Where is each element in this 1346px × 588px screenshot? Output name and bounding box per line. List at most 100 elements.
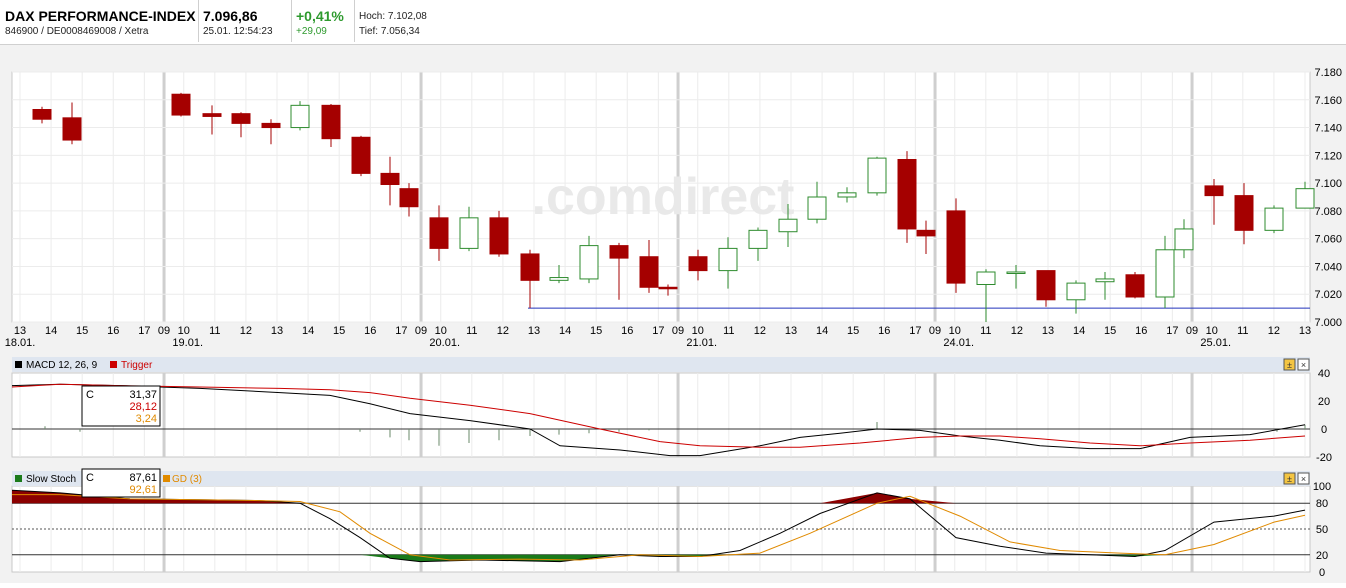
watermark: .comdirect: [532, 168, 795, 226]
x-tick-label: 13: [14, 325, 26, 337]
x-tick-label: 13: [1299, 325, 1311, 337]
candle-body: [1037, 271, 1055, 300]
x-tick-label: 10: [949, 325, 961, 337]
x-tick-label: 09: [929, 325, 941, 337]
y-tick-label: 7.080: [1314, 206, 1342, 218]
y-tick-label: 7.060: [1314, 234, 1342, 246]
macd-y-tick: 40: [1318, 368, 1330, 380]
candle-body: [1296, 189, 1314, 208]
close-icon-glyph: ×: [1301, 474, 1306, 484]
x-date-label: 21.01.: [686, 337, 717, 349]
candle-body: [749, 230, 767, 248]
macd-title-bar: [12, 357, 1310, 372]
candle-body: [1096, 279, 1114, 282]
x-tick-label: 12: [240, 325, 252, 337]
y-tick-label: 7.180: [1314, 67, 1342, 79]
macd-y-tick: 0: [1321, 424, 1327, 436]
candle-body: [63, 118, 81, 140]
x-tick-label: 16: [878, 325, 890, 337]
day-high: Hoch: 7.102,08: [359, 11, 427, 22]
macd-legend-label: MACD 12, 26, 9: [26, 360, 98, 371]
x-date-label: 25.01.: [1200, 337, 1231, 349]
y-tick-label: 7.040: [1314, 261, 1342, 273]
x-tick-label: 14: [559, 325, 571, 337]
x-tick-label: 14: [45, 325, 57, 337]
x-tick-label: 14: [816, 325, 828, 337]
x-tick-label: 15: [333, 325, 345, 337]
x-tick-label: 10: [1206, 325, 1218, 337]
macd-y-tick: 20: [1318, 396, 1330, 408]
candle-body: [1265, 208, 1283, 230]
candle-body: [550, 278, 568, 281]
candle-body: [262, 123, 280, 127]
stoch-y-tick: 0: [1319, 567, 1325, 579]
x-tick-label: 16: [107, 325, 119, 337]
x-tick-label: 15: [76, 325, 88, 337]
x-tick-label: 09: [672, 325, 684, 337]
settings-icon-glyph: ±: [1287, 474, 1292, 484]
macd-legend-swatch: [15, 361, 22, 368]
x-tick-label: 16: [364, 325, 376, 337]
y-tick-label: 7.000: [1314, 317, 1342, 329]
x-date-label: 20.01.: [429, 337, 460, 349]
candle-body: [719, 248, 737, 270]
candle-body: [868, 158, 886, 193]
x-tick-label: 15: [1104, 325, 1116, 337]
stoch-title-bar: [12, 471, 1310, 486]
x-tick-label: 11: [209, 325, 220, 337]
candle-body: [322, 105, 340, 138]
y-tick-label: 7.140: [1314, 123, 1342, 135]
stoch-y-tick: 100: [1313, 481, 1331, 493]
candle-body: [977, 272, 995, 285]
x-tick-label: 12: [754, 325, 766, 337]
x-tick-label: 11: [980, 325, 991, 337]
candle-body: [1067, 283, 1085, 300]
x-tick-label: 17: [909, 325, 921, 337]
x-tick-label: 09: [158, 325, 170, 337]
trigger-legend-swatch: [110, 361, 117, 368]
x-tick-label: 14: [1073, 325, 1085, 337]
candle-body: [33, 110, 51, 120]
stoch-readout-label: C: [86, 472, 94, 484]
candle-body: [1007, 272, 1025, 274]
x-tick-label: 17: [395, 325, 407, 337]
candle-body: [352, 137, 370, 173]
candle-body: [808, 197, 826, 219]
candle-body: [947, 211, 965, 283]
instrument-name: DAX PERFORMANCE-INDEX: [5, 8, 196, 24]
change-absolute: +29,09: [296, 26, 327, 37]
x-tick-label: 09: [1186, 325, 1198, 337]
x-date-label: 18.01.: [5, 337, 36, 349]
candle-body: [232, 114, 250, 124]
candle-body: [460, 218, 478, 249]
x-tick-label: 12: [497, 325, 509, 337]
x-tick-label: 16: [621, 325, 633, 337]
candle-body: [203, 114, 221, 117]
candle-body: [172, 94, 190, 115]
price-datetime: 25.01. 12:54:23: [203, 26, 273, 37]
y-tick-label: 7.020: [1314, 289, 1342, 301]
x-tick-label: 09: [415, 325, 427, 337]
candle-body: [1126, 275, 1144, 297]
candle-body: [381, 173, 399, 184]
candle-body: [779, 219, 797, 232]
y-tick-label: 7.120: [1314, 150, 1342, 162]
x-tick-label: 13: [528, 325, 540, 337]
x-date-label: 19.01.: [172, 337, 203, 349]
quote-header: DAX PERFORMANCE-INDEX 846900 / DE0008469…: [0, 0, 1346, 42]
candle-body: [1235, 196, 1253, 231]
candle-body: [291, 105, 309, 127]
candle-body: [400, 189, 418, 207]
candle-body: [610, 246, 628, 259]
stoch-legend-swatch: [15, 475, 22, 482]
y-tick-label: 7.100: [1314, 178, 1342, 190]
stoch-legend-label: Slow Stoch: [26, 474, 76, 485]
candle-body: [580, 246, 598, 279]
close-icon-glyph: ×: [1301, 360, 1306, 370]
x-tick-label: 13: [1042, 325, 1054, 337]
macd-readout-value: 31,37: [129, 389, 157, 401]
x-tick-label: 17: [652, 325, 664, 337]
candle-body: [521, 254, 539, 280]
x-tick-label: 11: [466, 325, 477, 337]
instrument-cell: DAX PERFORMANCE-INDEX 846900 / DE0008469…: [0, 0, 199, 42]
